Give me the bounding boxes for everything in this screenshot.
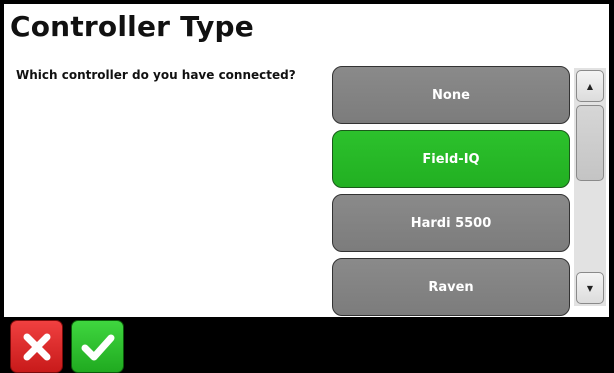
- screen: Controller Type Which controller do you …: [4, 4, 609, 317]
- confirm-button[interactable]: [71, 320, 124, 373]
- footer-bar: [0, 317, 614, 373]
- check-icon: [81, 334, 114, 360]
- cancel-button[interactable]: [10, 320, 63, 373]
- option-field-iq[interactable]: Field-IQ: [332, 130, 570, 188]
- page-title: Controller Type: [10, 10, 254, 43]
- scrollbar[interactable]: ▲ ▼: [574, 68, 606, 306]
- option-none[interactable]: None: [332, 66, 570, 124]
- controller-option-list: None Field-IQ Hardi 5500 Raven: [332, 66, 572, 317]
- triangle-down-icon: ▼: [586, 283, 594, 293]
- scroll-thumb[interactable]: [576, 105, 604, 181]
- scroll-down-button[interactable]: ▼: [576, 272, 604, 304]
- x-icon: [23, 333, 50, 360]
- triangle-up-icon: ▲: [586, 81, 594, 91]
- scroll-up-button[interactable]: ▲: [576, 70, 604, 102]
- option-raven[interactable]: Raven: [332, 258, 570, 316]
- option-hardi-5500[interactable]: Hardi 5500: [332, 194, 570, 252]
- question-label: Which controller do you have connected?: [16, 68, 296, 82]
